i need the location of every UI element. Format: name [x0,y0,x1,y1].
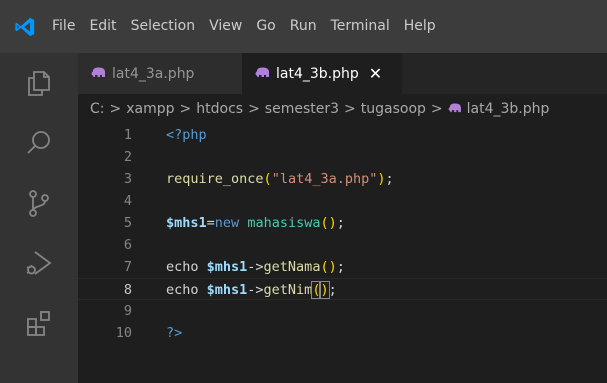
tab-label: lat4_3a.php [112,65,195,82]
breadcrumb-separator: > [109,101,122,117]
menu: File Edit Selection View Go Run Terminal Help [50,0,443,53]
code-token-plain: ; [336,259,345,275]
code-token-tag: <?php [166,127,207,143]
breadcrumb-segment[interactable]: lat4_3b.php [467,101,550,117]
line-number: 1 [123,127,132,143]
code-token-op: -> [247,282,264,298]
breadcrumb-separator: > [179,101,192,117]
tab-label: lat4_3b.php [276,65,359,82]
code-line[interactable]: 1 <?php [78,124,607,146]
menu-item-go[interactable]: Go [249,0,282,53]
extensions-icon[interactable] [0,293,78,353]
breadcrumb-separator: > [248,101,260,117]
code-text: echo $mhs1->getNama(); [166,256,345,278]
code-token-plain: ; [336,215,345,231]
code-token-paren: ( [263,171,272,187]
code-token-paren: ) [377,171,386,187]
breadcrumb-segment[interactable]: htdocs [196,101,243,117]
code-token-var: $mhs1 [206,282,248,298]
menu-item-selection[interactable]: Selection [124,0,203,53]
code-token-fn: getNama [263,259,321,275]
line-number: 8 [123,282,132,298]
code-line[interactable]: 9 [78,300,607,322]
code-token-kw: new [214,215,240,231]
code-line[interactable]: 5 $mhs1=new mahasiswa(); [78,212,607,234]
code-token-tag: ?> [166,325,183,341]
code-line[interactable]: 2 [78,146,607,168]
code-token-plain: ; [328,282,337,298]
code-token-fn: getNim [263,282,313,298]
code-token-var: $mhs1 [206,259,248,275]
tab-lat4-3a[interactable]: lat4_3a.php [78,53,242,94]
breadcrumb-segment[interactable]: semester3 [265,101,339,117]
line-number: 9 [123,303,132,319]
line-number: 2 [123,149,132,165]
code-token-plain: echo [166,282,207,298]
menu-bar: File Edit Selection View Go Run Terminal Help [0,0,607,53]
code-text: require_once("lat4_3a.php"); [166,168,394,190]
activity-bar [0,53,78,383]
vscode-logo-icon [0,0,50,53]
code-token-op: = [206,215,215,231]
code-line[interactable]: 3 require_once("lat4_3a.php"); [78,168,607,190]
code-line[interactable]: 4 [78,190,607,212]
editor-tab-bar: lat4_3a.php lat4_3b.php ✕ [78,53,607,94]
menu-item-help[interactable]: Help [397,0,443,53]
code-token-paren: () [320,215,337,231]
menu-item-terminal[interactable]: Terminal [324,0,397,53]
menu-item-edit[interactable]: Edit [82,0,123,53]
code-text: ?> [166,322,182,344]
code-token-plain: echo [166,259,207,275]
code-line[interactable]: 6 [78,234,607,256]
source-control-icon[interactable] [0,173,78,233]
code-text: $mhs1=new mahasiswa(); [166,212,345,234]
line-number: 10 [115,325,132,341]
breadcrumb-segment[interactable]: xampp [126,101,174,117]
line-number: 6 [123,237,132,253]
code-token-plain: ; [385,171,394,187]
code-editor[interactable]: 1 <?php 2 3 require_once("lat4_3a.php"); 4 5 $m… [78,124,607,383]
code-line[interactable]: 10 ?> [78,322,607,344]
line-number: 3 [123,171,132,187]
php-elephant-icon [255,66,270,82]
explorer-icon[interactable] [0,53,78,113]
code-token-cls: mahasiswa [247,215,321,231]
code-token-str: "lat4_3a.php" [271,171,378,187]
line-number: 7 [123,259,132,275]
breadcrumb: C: > xampp > htdocs > semester3 > tugasoop > lat4_… [78,94,607,124]
code-token-paren: ) [319,281,330,299]
line-number: 5 [123,215,132,231]
menu-item-run[interactable]: Run [283,0,324,53]
tab-lat4-3b[interactable]: lat4_3b.php ✕ [242,53,402,94]
php-elephant-icon [448,101,462,117]
code-text: <?php [166,124,207,146]
code-text: echo $mhs1->getNim(); [166,279,337,301]
breadcrumb-segment[interactable]: tugasoop [361,101,426,117]
code-token-paren: () [320,259,337,275]
menu-item-file[interactable]: File [50,0,82,53]
breadcrumb-separator: > [344,101,356,117]
menu-item-view[interactable]: View [202,0,249,53]
search-icon[interactable] [0,113,78,173]
breadcrumb-segment[interactable]: C: [90,101,105,117]
code-token-fn: require_once [166,171,264,187]
close-icon[interactable]: ✕ [369,64,382,83]
code-line[interactable]: 8 echo $mhs1->getNim(); [78,278,607,300]
code-token-op: -> [247,259,264,275]
line-number: 4 [123,193,132,209]
code-line[interactable]: 7 echo $mhs1->getNama(); [78,256,607,278]
php-elephant-icon [91,66,106,82]
breadcrumb-separator: > [430,101,443,117]
run-debug-icon[interactable] [0,233,78,293]
code-token-var: $mhs1 [166,215,207,231]
